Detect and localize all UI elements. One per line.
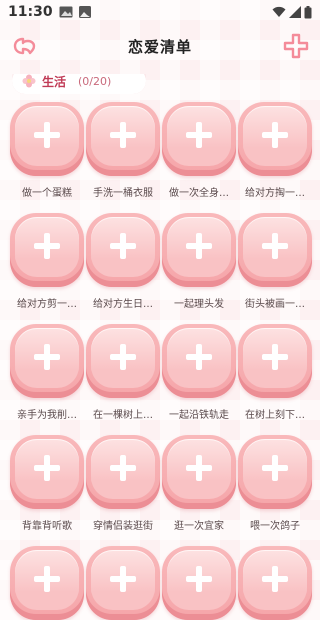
plus-icon [186, 566, 212, 592]
status-bar: 11:30 [0, 0, 320, 24]
list-item-label: 手洗一桶衣服 [93, 188, 153, 199]
plus-icon [110, 566, 136, 592]
plus-icon [110, 122, 136, 148]
add-tile[interactable] [238, 213, 312, 287]
plus-icon [34, 122, 60, 148]
list-item-label: 给对方剪一… [17, 299, 77, 310]
plus-icon [262, 122, 288, 148]
plus-icon [34, 344, 60, 370]
back-button[interactable] [12, 32, 40, 60]
list-item-label: 在一棵树上… [93, 410, 153, 421]
add-item-button[interactable] [282, 32, 310, 60]
list-item-label: 做一次全身… [169, 188, 229, 199]
add-tile[interactable] [162, 435, 236, 509]
wifi-icon [272, 6, 286, 17]
category-tab[interactable]: 生活 (0/20) [12, 74, 146, 94]
list-item-label: 喂一次鸽子 [250, 521, 300, 532]
gallery-icon [78, 6, 91, 18]
add-tile[interactable] [86, 324, 160, 398]
add-tile[interactable] [238, 546, 312, 620]
list-item-label: 做一个蛋糕 [22, 188, 72, 199]
flower-icon [22, 74, 36, 88]
add-tile[interactable] [10, 546, 84, 620]
plus-icon [262, 566, 288, 592]
add-tile[interactable] [162, 102, 236, 176]
list-item-label: 街头被画一… [245, 299, 305, 310]
status-right [272, 5, 312, 19]
list-item-label: 逛一次宜家 [174, 521, 224, 532]
list-item-label: 穿情侣装逛街 [93, 521, 153, 532]
plus-icon [262, 455, 288, 481]
add-tile[interactable] [86, 213, 160, 287]
plus-icon [34, 233, 60, 259]
image-icon [59, 6, 73, 18]
plus-icon [34, 455, 60, 481]
list-item-label: 给对方生日… [93, 299, 153, 310]
add-tile[interactable] [86, 102, 160, 176]
add-tile[interactable] [238, 324, 312, 398]
category-name: 生活 [42, 74, 67, 89]
add-tile[interactable] [238, 102, 312, 176]
status-time: 11:30 [8, 4, 53, 20]
plus-icon [34, 566, 60, 592]
status-left: 11:30 [8, 4, 91, 20]
add-tile[interactable] [10, 102, 84, 176]
category-count: (0/20) [78, 74, 112, 88]
add-tile[interactable] [10, 213, 84, 287]
list-item-label: 给对方掏一… [245, 188, 305, 199]
add-tile[interactable] [86, 435, 160, 509]
add-tile[interactable] [238, 435, 312, 509]
signal-icon [289, 6, 301, 18]
plus-icon [110, 233, 136, 259]
plus-icon [186, 233, 212, 259]
list-item-label: 亲手为我削… [17, 410, 77, 421]
add-tile[interactable] [10, 435, 84, 509]
list-item-label: 在树上刻下… [245, 410, 305, 421]
page-title: 恋爱清单 [127, 37, 192, 56]
plus-icon [186, 455, 212, 481]
list-item-label: 背靠背听歌 [22, 521, 72, 532]
add-tile[interactable] [86, 546, 160, 620]
list-item-label: 一起理头发 [174, 299, 224, 310]
list-item-label: 一起沿铁轨走 [169, 410, 229, 421]
battery-icon [304, 5, 312, 18]
plus-icon [110, 344, 136, 370]
plus-icon [262, 344, 288, 370]
plus-icon [186, 122, 212, 148]
add-tile[interactable] [10, 324, 84, 398]
plus-icon [186, 344, 212, 370]
header: 恋爱清单 [0, 28, 320, 64]
add-tile[interactable] [162, 213, 236, 287]
plus-icon [110, 455, 136, 481]
plus-icon [262, 233, 288, 259]
add-tile[interactable] [162, 324, 236, 398]
add-tile[interactable] [162, 546, 236, 620]
